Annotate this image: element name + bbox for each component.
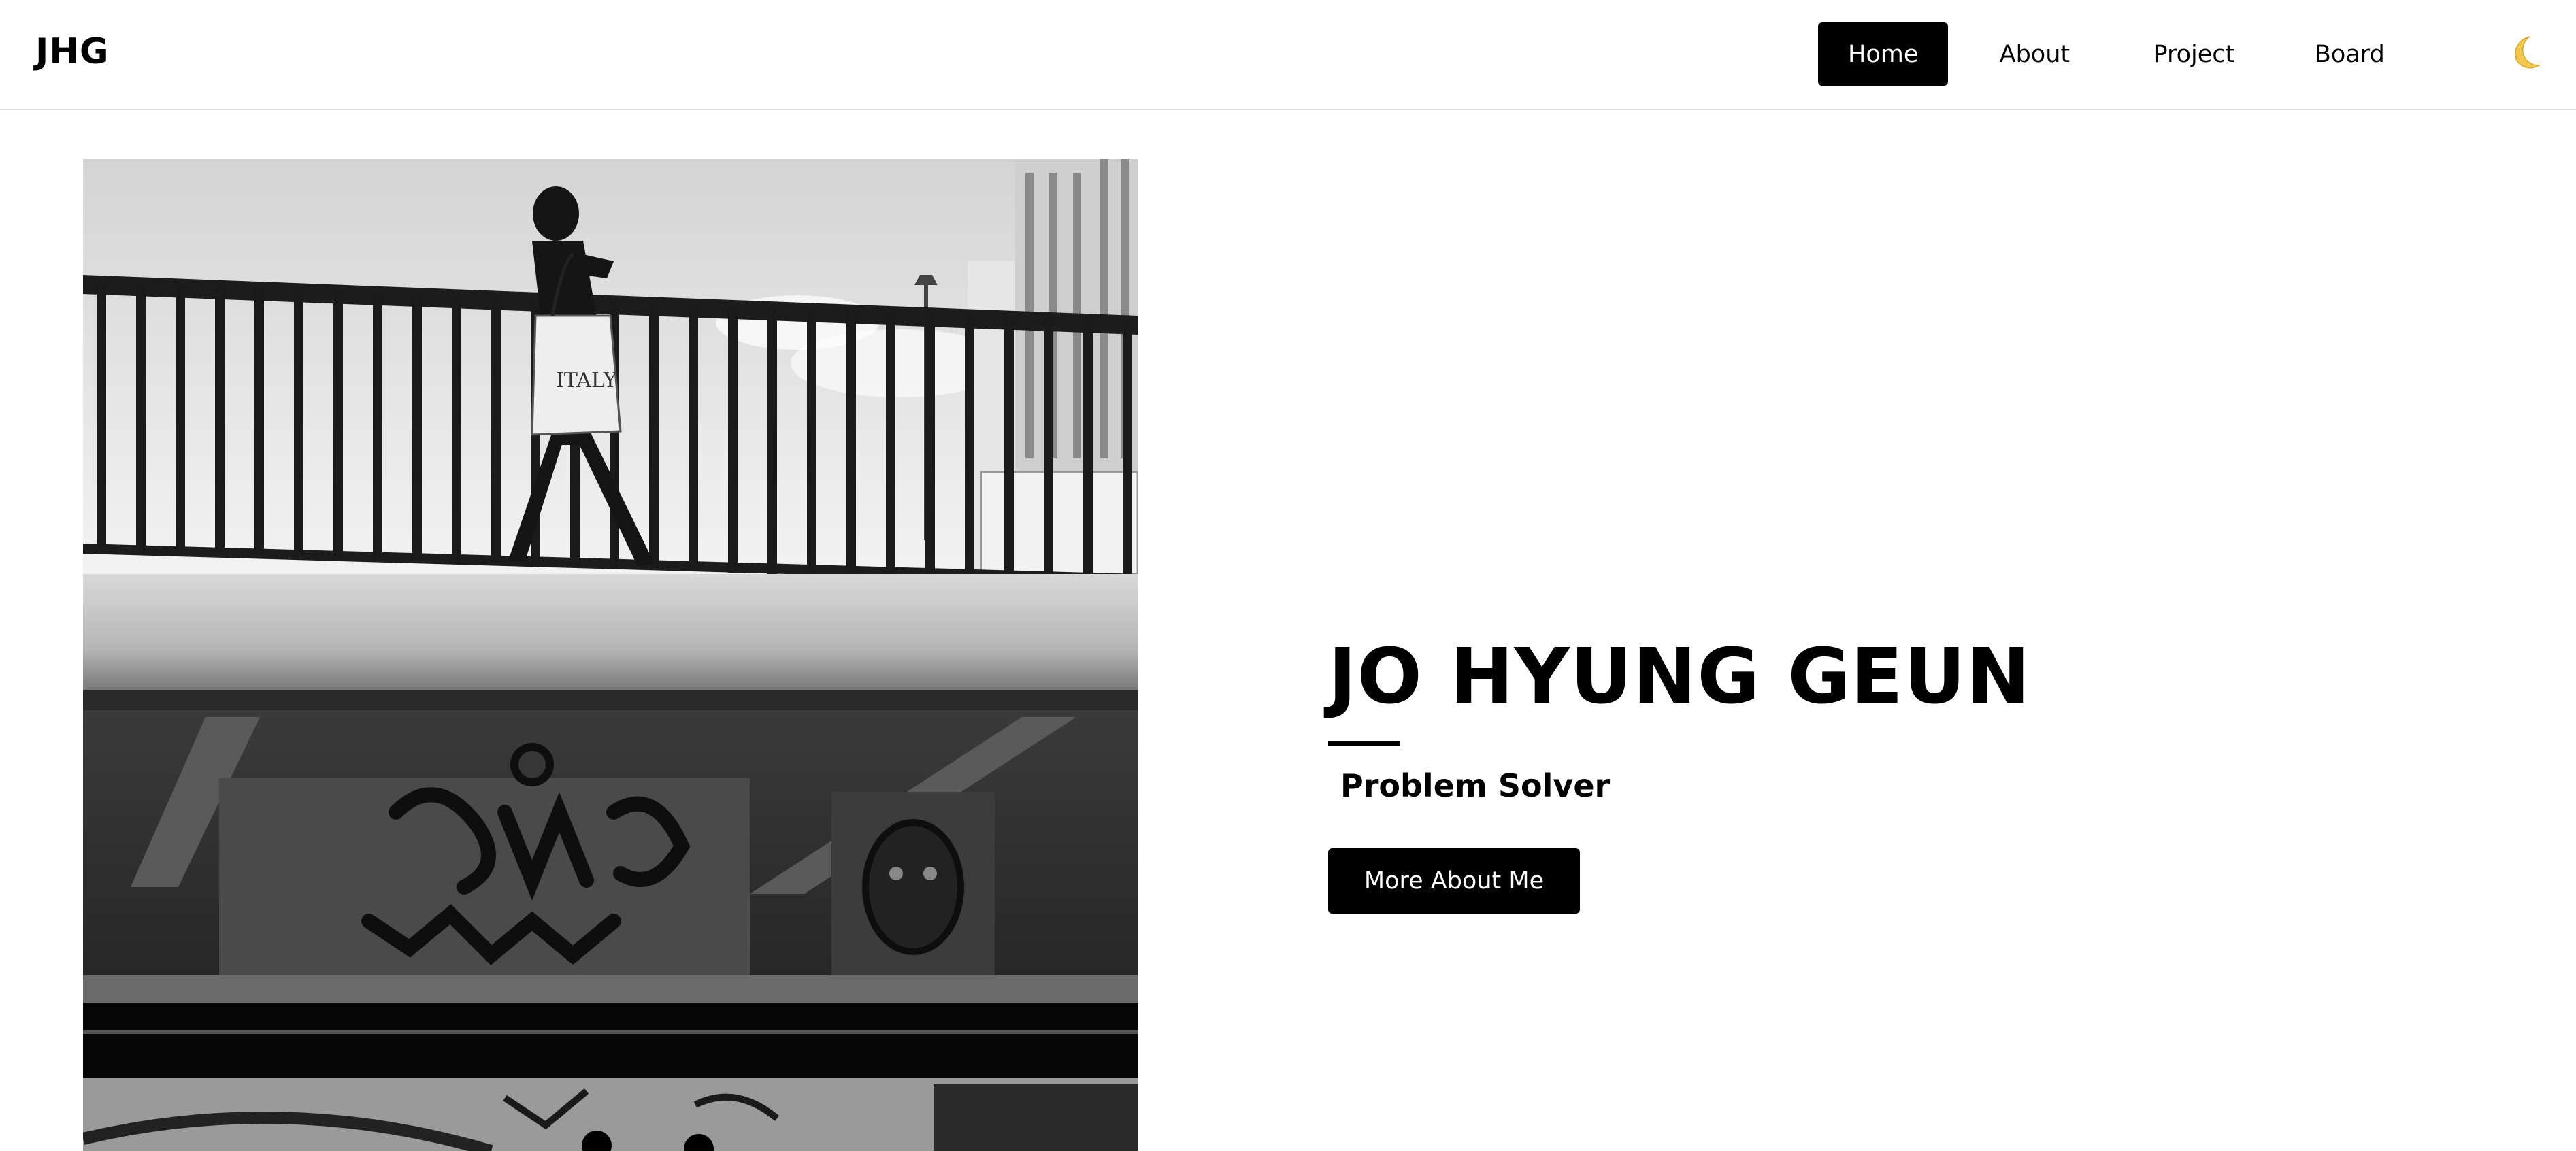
nav-project[interactable]: Project xyxy=(2121,22,2266,86)
hero-photo: ITALY xyxy=(83,159,1138,1151)
nav-about[interactable]: About xyxy=(1977,22,2092,86)
brand-logo[interactable]: JHG xyxy=(35,30,110,73)
main-nav: Home About Project Board xyxy=(1818,22,2435,86)
more-about-me-button[interactable]: More About Me xyxy=(1328,848,1580,914)
svg-text:ITALY: ITALY xyxy=(556,369,618,393)
hero-divider xyxy=(1328,741,1400,746)
hero-intro: JO HYUNG GEUN Problem Solver More About … xyxy=(1328,633,2030,914)
hero-role: Problem Solver xyxy=(1340,767,1611,804)
top-navigation-bar: JHG Home About Project Board xyxy=(0,0,2576,110)
moon-icon[interactable] xyxy=(2509,34,2542,71)
hero-name: JO HYUNG GEUN xyxy=(1328,633,2031,721)
nav-home[interactable]: Home xyxy=(1818,22,1949,86)
nav-board[interactable]: Board xyxy=(2292,22,2407,86)
